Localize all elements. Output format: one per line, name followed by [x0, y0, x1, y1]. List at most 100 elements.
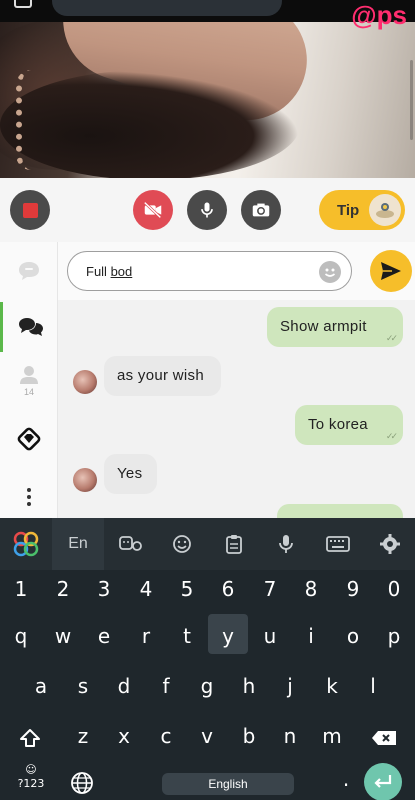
key-v[interactable]: v	[187, 717, 227, 755]
globe-icon	[71, 771, 93, 794]
tip-label: Tip	[337, 201, 360, 219]
key-e[interactable]: e	[84, 617, 124, 655]
period-key[interactable]: .	[326, 760, 366, 798]
message-input[interactable]: Full bod	[67, 251, 352, 291]
sidebar-item-more[interactable]	[0, 472, 58, 522]
microphone-icon	[201, 202, 213, 218]
scrollbar[interactable]	[410, 60, 413, 140]
message-text: Show armpit	[280, 318, 367, 335]
space-bar[interactable]: English	[162, 773, 294, 795]
emoji-small-icon: ☺	[25, 763, 37, 776]
key-4[interactable]: 4	[126, 577, 166, 601]
key-0[interactable]: 0	[374, 577, 414, 601]
chat-message-in: Yes	[104, 454, 157, 494]
key-3[interactable]: 3	[84, 577, 124, 601]
symbols-key[interactable]: ☺ ?123	[11, 763, 51, 793]
chat-message-in: as your wish	[104, 356, 221, 396]
avatar	[73, 468, 97, 492]
key-u[interactable]: u	[250, 617, 290, 655]
sidebar-item-private-chat[interactable]	[0, 302, 58, 352]
key-t[interactable]: t	[167, 617, 207, 655]
message-text: Yes	[117, 465, 143, 482]
sidebar-item-users[interactable]: 14	[0, 356, 58, 406]
enter-key[interactable]	[364, 763, 402, 800]
tip-coin-icon	[369, 194, 401, 226]
emoji-icon[interactable]	[319, 261, 341, 283]
diamond-icon	[17, 427, 41, 451]
key-7[interactable]: 7	[250, 577, 290, 601]
key-5[interactable]: 5	[167, 577, 207, 601]
chat-message-out: Show armpit ✓✓	[267, 307, 403, 347]
users-count: 14	[23, 387, 34, 397]
key-q[interactable]: q	[1, 617, 41, 655]
key-r[interactable]: r	[126, 617, 166, 655]
video-bracelet	[16, 70, 46, 170]
key-l[interactable]: l	[353, 667, 393, 705]
keyboard-layout-button[interactable]	[312, 518, 364, 570]
key-h[interactable]: h	[229, 667, 269, 705]
video-stream: @ps	[0, 0, 415, 178]
chat-message-out: To korea ✓✓	[295, 405, 403, 445]
input-text-composing: bod	[110, 264, 133, 279]
key-c[interactable]: c	[146, 717, 186, 755]
key-g[interactable]: g	[187, 667, 227, 705]
url-bar[interactable]	[52, 0, 282, 16]
key-b[interactable]: b	[229, 717, 269, 755]
key-p[interactable]: p	[374, 617, 414, 655]
key-f[interactable]: f	[146, 667, 186, 705]
key-z[interactable]: z	[63, 717, 103, 755]
user-icon	[20, 366, 38, 384]
key-x[interactable]: x	[104, 717, 144, 755]
key-m[interactable]: m	[312, 717, 352, 755]
read-ticks-icon: ✓✓	[385, 431, 398, 441]
chat-bubbles-icon	[18, 318, 43, 336]
flip-camera-button[interactable]	[241, 190, 281, 230]
stickers-button[interactable]	[104, 518, 156, 570]
chat-panel: Full bod Show armpit ✓✓ as your wish To …	[58, 242, 415, 518]
apps-button[interactable]	[0, 518, 52, 570]
apps-icon	[13, 531, 39, 557]
message-text: To korea	[308, 416, 368, 433]
language-switch-key[interactable]	[62, 762, 102, 800]
shift-key[interactable]	[10, 717, 50, 755]
key-k[interactable]: k	[312, 667, 352, 705]
key-a[interactable]: a	[21, 667, 61, 705]
key-9[interactable]: 9	[333, 577, 373, 601]
chat-outline-icon	[19, 262, 39, 280]
key-j[interactable]: j	[270, 667, 310, 705]
key-6[interactable]: 6	[208, 577, 248, 601]
settings-icon	[379, 534, 400, 554]
tab-icon[interactable]	[14, 0, 32, 8]
key-n[interactable]: n	[270, 717, 310, 755]
key-s[interactable]: s	[63, 667, 103, 705]
key-d[interactable]: d	[104, 667, 144, 705]
clipboard-button[interactable]	[208, 518, 260, 570]
stop-button[interactable]	[10, 190, 50, 230]
read-ticks-icon: ✓✓	[385, 333, 398, 343]
key-1[interactable]: 1	[1, 577, 41, 601]
flip-camera-icon	[252, 203, 270, 217]
key-8[interactable]: 8	[291, 577, 331, 601]
enter-icon	[374, 775, 392, 788]
key-w[interactable]: w	[43, 617, 83, 655]
sidebar-item-diamond[interactable]	[0, 414, 58, 464]
backspace-icon	[372, 730, 396, 745]
camera-off-button[interactable]	[133, 190, 173, 230]
emoji-button[interactable]	[156, 518, 208, 570]
chat-sidebar: 14	[0, 242, 58, 518]
backspace-key[interactable]	[364, 717, 404, 755]
voice-input-button[interactable]	[260, 518, 312, 570]
sidebar-item-public-chat[interactable]	[0, 246, 58, 296]
key-y[interactable]: y	[208, 614, 248, 654]
microphone-button[interactable]	[187, 190, 227, 230]
keyboard-settings-button[interactable]	[364, 518, 415, 570]
key-2[interactable]: 2	[43, 577, 83, 601]
tip-button[interactable]: Tip	[319, 190, 405, 230]
camera-off-icon	[143, 201, 162, 219]
avatar	[73, 370, 97, 394]
key-i[interactable]: i	[291, 617, 331, 655]
send-button[interactable]	[370, 250, 412, 292]
send-icon	[381, 262, 401, 280]
language-button[interactable]: En	[52, 518, 104, 570]
key-o[interactable]: o	[333, 617, 373, 655]
